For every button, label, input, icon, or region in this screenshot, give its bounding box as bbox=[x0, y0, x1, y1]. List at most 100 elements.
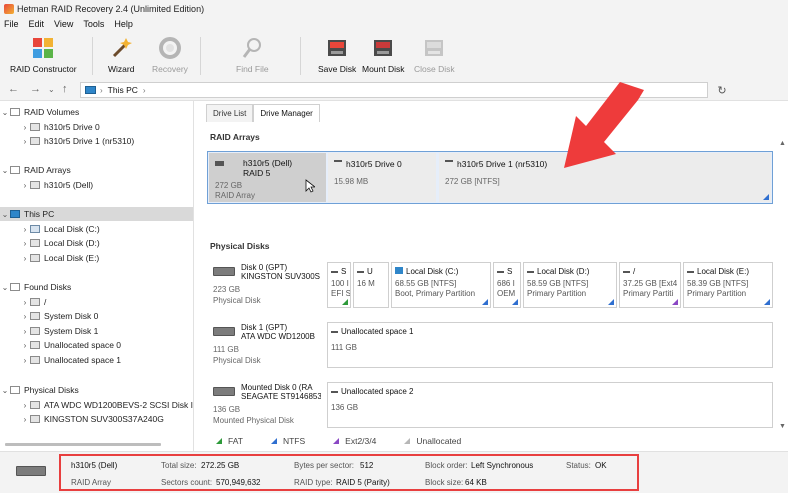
tab-drive-list[interactable]: Drive List bbox=[206, 104, 254, 122]
menu-file[interactable]: File bbox=[4, 19, 19, 29]
partition-cell[interactable]: Unallocated space 1 111 GB bbox=[327, 322, 773, 368]
tab-drive-manager[interactable]: Drive Manager bbox=[253, 104, 320, 122]
refresh-icon[interactable]: ↻ bbox=[714, 82, 730, 98]
find-file-button[interactable]: Find File bbox=[236, 35, 269, 77]
collapse-chevron-icon[interactable]: › bbox=[20, 341, 30, 350]
collapse-chevron-icon[interactable]: › bbox=[20, 137, 30, 146]
raid-array-row[interactable]: h310r5 (Dell) RAID 5 272 GB RAID Array h… bbox=[207, 151, 773, 204]
forward-arrow-icon[interactable]: → bbox=[30, 83, 41, 95]
tree-item[interactable]: › ATA WDC WD1200BEVS-2 SCSI Disk I bbox=[0, 398, 193, 412]
puzzle-icon bbox=[30, 35, 56, 61]
expand-chevron-icon[interactable]: ⌄ bbox=[0, 108, 10, 117]
partition-cell[interactable]: Local Disk (E:) 58.39 GB [NTFS] Primary … bbox=[683, 262, 773, 308]
collapse-chevron-icon[interactable]: › bbox=[20, 181, 30, 190]
physical-disk-row[interactable]: Disk 1 (GPT) ATA WDC WD1200B 111 GB Phys… bbox=[209, 322, 773, 376]
volume-icon bbox=[334, 160, 342, 162]
disk-icon bbox=[30, 341, 40, 349]
raid-member-cell[interactable]: h310r5 Drive 0 15.98 MB bbox=[328, 153, 436, 202]
partition-cell[interactable]: U 16 M bbox=[353, 262, 389, 308]
save-disk-button[interactable]: Save Disk bbox=[318, 35, 356, 77]
collapse-chevron-icon[interactable]: › bbox=[20, 415, 30, 424]
partition-cell[interactable]: / 37.25 GB [Ext4 Primary Partiti bbox=[619, 262, 681, 308]
scroll-up-arrow-icon[interactable]: ▲ bbox=[779, 140, 786, 147]
menu-tools[interactable]: Tools bbox=[83, 19, 104, 29]
status-raid-type: RAID 5 (Parity) bbox=[336, 478, 390, 487]
tree-group-this-pc[interactable]: ⌄ This PC bbox=[0, 207, 193, 221]
tree-group-raid-arrays[interactable]: ⌄ RAID Arrays bbox=[0, 163, 193, 177]
expand-chevron-icon[interactable]: ⌄ bbox=[0, 210, 10, 219]
status-sectors-count: 570,949,632 bbox=[216, 478, 261, 487]
volume-icon bbox=[331, 331, 338, 333]
breadcrumb-this-pc[interactable]: This PC bbox=[108, 85, 138, 95]
status-block-order: Left Synchronous bbox=[471, 461, 534, 470]
collapse-chevron-icon[interactable]: › bbox=[20, 239, 30, 248]
disk-icon bbox=[30, 312, 40, 320]
menu-view[interactable]: View bbox=[54, 19, 73, 29]
disk-header[interactable]: Disk 1 (GPT) ATA WDC WD1200B 111 GB Phys… bbox=[209, 322, 323, 376]
scroll-down-arrow-icon[interactable]: ▼ bbox=[779, 423, 786, 430]
collapse-chevron-icon[interactable]: › bbox=[20, 327, 30, 336]
physical-disk-row[interactable]: Mounted Disk 0 (RA SEAGATE ST9146853 136… bbox=[209, 382, 773, 436]
partition-cell[interactable]: S 100 I EFI S bbox=[327, 262, 351, 308]
tree-item[interactable]: › h310r5 (Dell) bbox=[0, 178, 193, 192]
breadcrumb-chevron-icon[interactable]: › bbox=[143, 86, 146, 95]
partition-cell[interactable]: S 686 I OEM bbox=[493, 262, 521, 308]
back-arrow-icon[interactable]: ← bbox=[8, 83, 19, 95]
ntfs-marker-icon bbox=[608, 299, 614, 305]
ext-marker-icon bbox=[672, 299, 678, 305]
raid-constructor-button[interactable]: RAID Constructor bbox=[10, 35, 77, 77]
tree-item[interactable]: › System Disk 0 bbox=[0, 309, 193, 323]
tree-item[interactable]: › h310r5 Drive 0 bbox=[0, 120, 193, 134]
tree-item[interactable]: › Local Disk (C:) bbox=[0, 222, 193, 236]
tree-item[interactable]: › KINGSTON SUV300S37A240G bbox=[0, 412, 193, 426]
close-disk-button[interactable]: Close Disk bbox=[414, 35, 455, 77]
tree-item[interactable]: › Unallocated space 0 bbox=[0, 338, 193, 352]
partition-cell[interactable]: Unallocated space 2 136 GB bbox=[327, 382, 773, 428]
collapse-chevron-icon[interactable]: › bbox=[20, 225, 30, 234]
collapse-chevron-icon[interactable]: › bbox=[20, 298, 30, 307]
disk-header[interactable]: Mounted Disk 0 (RA SEAGATE ST9146853 136… bbox=[209, 382, 323, 436]
recovery-button[interactable]: Recovery bbox=[152, 35, 188, 77]
toolbar-separator bbox=[300, 37, 301, 75]
mount-disk-button[interactable]: Mount Disk bbox=[362, 35, 405, 77]
disk-header[interactable]: Disk 0 (GPT) KINGSTON SUV300S 223 GB Phy… bbox=[209, 262, 323, 316]
filesystem-legend: FAT NTFS Ext2/3/4 Unallocated bbox=[204, 433, 776, 449]
tree-horizontal-scrollbar[interactable] bbox=[5, 443, 161, 446]
navigation-bar: ← → ⌄ ↑ › This PC › ↻ bbox=[0, 79, 788, 101]
folder-icon bbox=[10, 166, 20, 174]
tree-group-raid-volumes[interactable]: ⌄ RAID Volumes bbox=[0, 105, 193, 119]
status-block-size: 64 KB bbox=[465, 478, 487, 487]
tree-item[interactable]: › / bbox=[0, 295, 193, 309]
wizard-button[interactable]: Wizard bbox=[108, 35, 134, 77]
collapse-chevron-icon[interactable]: › bbox=[20, 312, 30, 321]
raid-array-header[interactable]: h310r5 (Dell) RAID 5 272 GB RAID Array bbox=[209, 153, 326, 202]
save-disk-icon bbox=[324, 35, 350, 61]
physical-disk-row[interactable]: Disk 0 (GPT) KINGSTON SUV300S 223 GB Phy… bbox=[209, 262, 773, 316]
drive-manager-panel: RAID Arrays h310r5 (Dell) RAID 5 272 GB … bbox=[204, 122, 776, 432]
collapse-chevron-icon[interactable]: › bbox=[20, 123, 30, 132]
expand-chevron-icon[interactable]: ⌄ bbox=[0, 386, 10, 395]
toolbar-separator bbox=[92, 37, 93, 75]
annotation-arrow-icon bbox=[564, 82, 644, 168]
tree-item[interactable]: › h310r5 Drive 1 (nr5310) bbox=[0, 134, 193, 148]
partition-cell[interactable]: Local Disk (C:) 68.55 GB [NTFS] Boot, Pr… bbox=[391, 262, 491, 308]
tree-group-physical-disks[interactable]: ⌄ Physical Disks bbox=[0, 383, 193, 397]
expand-chevron-icon[interactable]: ⌄ bbox=[0, 283, 10, 292]
expand-chevron-icon[interactable]: ⌄ bbox=[0, 166, 10, 175]
content-vertical-scrollbar[interactable]: ▲ ▼ bbox=[779, 140, 786, 430]
menu-edit[interactable]: Edit bbox=[29, 19, 45, 29]
tree-item[interactable]: › Unallocated space 1 bbox=[0, 353, 193, 367]
tree-group-found-disks[interactable]: ⌄ Found Disks bbox=[0, 280, 193, 294]
breadcrumb-chevron-icon[interactable]: › bbox=[100, 86, 103, 95]
collapse-chevron-icon[interactable]: › bbox=[20, 254, 30, 263]
collapse-chevron-icon[interactable]: › bbox=[20, 401, 30, 410]
hard-drive-icon bbox=[213, 267, 235, 276]
collapse-chevron-icon[interactable]: › bbox=[20, 356, 30, 365]
up-arrow-icon[interactable]: ↑ bbox=[62, 83, 68, 95]
menu-help[interactable]: Help bbox=[114, 19, 133, 29]
partition-cell[interactable]: Local Disk (D:) 58.59 GB [NTFS] Primary … bbox=[523, 262, 617, 308]
history-chevron-icon[interactable]: ⌄ bbox=[48, 85, 55, 94]
tree-item[interactable]: › Local Disk (E:) bbox=[0, 251, 193, 265]
tree-item[interactable]: › Local Disk (D:) bbox=[0, 236, 193, 250]
tree-item[interactable]: › System Disk 1 bbox=[0, 324, 193, 338]
